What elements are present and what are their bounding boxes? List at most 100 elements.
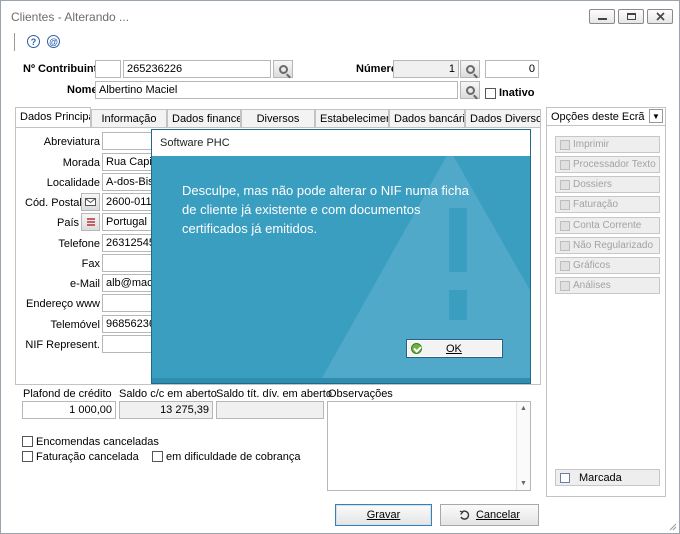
contribuinte-search-button[interactable] [273,60,293,78]
email-label: e-Mail [70,278,100,290]
dificuldade-checkbox[interactable] [152,451,163,462]
tab-informacao[interactable]: Informação [91,109,167,127]
contribuinte-prefix-field[interactable] [95,60,121,78]
dialog-title: Software PHC [152,130,530,156]
morada-field[interactable]: Rua Capita [102,153,154,171]
gravar-button[interactable]: Gravar [335,504,432,526]
option-nao-regularizado[interactable]: Não Regularizado [555,237,660,254]
telemovel-label: Telemóvel [50,319,100,331]
option-faturacao[interactable]: Faturação [555,196,660,213]
resize-grip-icon[interactable] [667,521,677,531]
tab-strip: Dados Principais Informação Dados financ… [15,107,541,128]
plafond-field[interactable]: 1 000,00 [22,401,116,419]
option-analises[interactable]: Análises [555,277,660,294]
ledger-icon [560,220,570,231]
list-icon [86,218,95,226]
scroll-down-icon[interactable]: ▼ [520,480,527,487]
tab-diversos[interactable]: Diversos [241,109,315,127]
numero-field: 1 [393,60,459,78]
chart-icon [560,260,570,271]
option-dossiers[interactable]: Dossiers [555,176,660,193]
inativo-label: Inativo [499,87,535,99]
option-label: Faturação [573,199,619,210]
client-edit-window: Clientes - Alterando ... ? @ Nº Contribu… [0,0,680,534]
email-field[interactable]: alb@mac.p [102,274,154,292]
analysis-icon [560,280,570,291]
close-button[interactable] [647,9,673,24]
encomendas-label: Encomendas canceladas [36,436,159,448]
contribuinte-field[interactable]: 265236226 [123,60,271,78]
option-label: Conta Corrente [573,220,642,231]
option-imprimir[interactable]: Imprimir [555,136,660,153]
nifrep-label: NIF Represent. [25,339,100,351]
ok-label: OK [446,342,462,355]
tab-dados-financeiros[interactable]: Dados financeiros [167,109,241,127]
close-icon [655,12,665,21]
codpostal-field[interactable]: 2600-011 V [102,193,154,211]
option-graficos[interactable]: Gráficos [555,257,660,274]
minimize-button[interactable] [589,9,615,24]
option-label: Imprimir [573,139,610,150]
ok-button[interactable]: OK [406,339,503,358]
www-label: Endereço www [26,298,100,310]
scroll-up-icon[interactable]: ▲ [520,405,527,412]
tab-estabelecimentos[interactable]: Estabelecimentos [315,109,389,127]
marcada-checkbox[interactable] [560,472,570,483]
dialog-message: Desculpe, mas não pode alterar o NIF num… [182,183,469,236]
search-icon [465,85,475,95]
toolbar-separator [14,33,16,51]
inativo-checkbox[interactable] [485,88,496,99]
dialog-body: Desculpe, mas não pode alterar o NIF num… [152,156,530,378]
document-icon [560,159,570,170]
nome-label: Nome [67,84,98,96]
invoice-icon [560,199,570,210]
encomendas-checkbox[interactable] [22,436,33,447]
plafond-label: Plafond de crédito [23,388,112,400]
contribuinte-label: Nº Contribuinte [23,63,104,75]
abreviatura-label: Abreviatura [43,136,100,148]
option-processador-texto[interactable]: Processador Texto [555,156,660,173]
abreviatura-field[interactable] [102,132,154,150]
fax-field[interactable] [102,254,154,272]
codpostal-label: Cód. Postal [25,197,82,209]
search-icon [465,64,475,74]
tab-dados-bancarios[interactable]: Dados bancários [389,109,465,127]
telemovel-field[interactable]: 968562365 [102,315,154,333]
marcada-toggle[interactable]: Marcada [555,469,660,486]
options-header[interactable]: Opções deste Ecrã ▼ [547,108,665,126]
observacoes-textarea[interactable]: ▲ ▼ [327,401,531,491]
envelope-icon [85,198,96,206]
option-label: Processador Texto [573,159,656,170]
numero-search-button[interactable] [460,60,480,78]
pais-button[interactable] [81,213,100,231]
cancelar-button[interactable]: Cancelar [440,504,539,526]
tab-dados-principais[interactable]: Dados Principais [15,107,91,128]
dificuldade-label: em dificuldade de cobrança [166,451,301,463]
saldo-tit-field [216,401,324,419]
tab-dados-diversos[interactable]: Dados Diversos [465,109,541,127]
morada-label: Morada [62,157,100,169]
at-icon[interactable]: @ [47,35,60,48]
observacoes-label: Observações [328,388,393,400]
restore-button[interactable] [618,9,644,24]
www-field[interactable] [102,294,154,312]
saldo-field: 13 275,39 [119,401,213,419]
faturacao-checkbox[interactable] [22,451,33,462]
localidade-field[interactable]: A-dos-Bisp [102,173,154,191]
check-icon [411,343,422,354]
nome-search-button[interactable] [460,81,480,99]
nifrep-field[interactable] [102,335,154,353]
codpostal-button[interactable] [81,193,100,211]
pais-field[interactable]: Portugal [102,213,154,231]
help-icon[interactable]: ? [27,35,40,48]
saldo-label: Saldo c/c em aberto [119,388,217,400]
option-label: Não Regularizado [573,240,654,251]
nome-field[interactable]: Albertino Maciel [95,81,458,99]
window-title: Clientes - Alterando ... [11,10,130,24]
numero-extra-field[interactable]: 0 [485,60,539,78]
option-conta-corrente[interactable]: Conta Corrente [555,217,660,234]
observacoes-scrollbar[interactable]: ▲ ▼ [516,402,530,490]
telefone-field[interactable]: 263125451 [102,234,154,252]
localidade-label: Localidade [46,177,100,189]
chevron-down-icon[interactable]: ▼ [649,109,663,123]
